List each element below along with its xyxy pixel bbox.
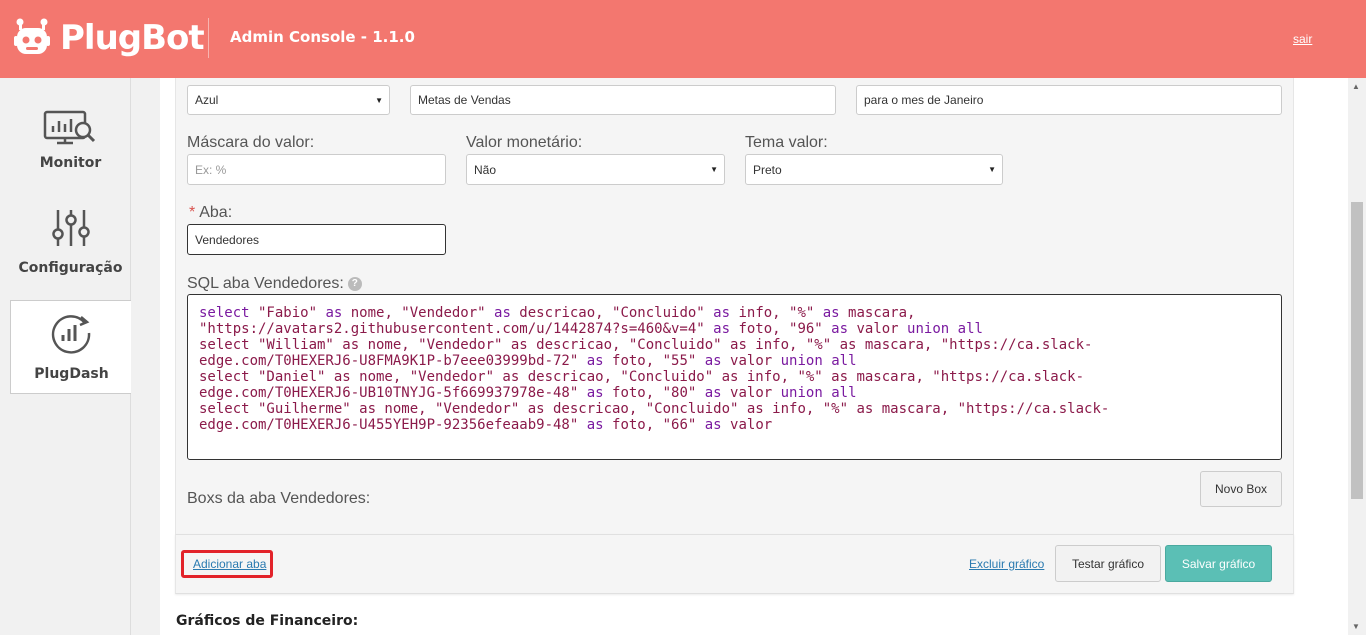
logo[interactable]: PlugBot — [14, 18, 205, 58]
sql-line: select "William" as nome, "Vendedor" as … — [199, 337, 1093, 353]
sql-line: edge.com/T0HEXERJ6-U8FMA9K1P-b7eee03999b… — [199, 353, 857, 369]
help-icon[interactable]: ? — [347, 276, 362, 291]
sql-line: select "Guilherme" as nome, "Vendedor" a… — [199, 401, 1110, 417]
color-select[interactable]: Azul — [187, 85, 390, 115]
sql-line: edge.com/T0HEXERJ6-UB10TNYJG-5f669937978… — [199, 385, 857, 401]
sql-textarea[interactable]: select "Fabio" as nome, "Vendedor" as de… — [187, 294, 1282, 460]
boxes-label: Boxs da aba Vendedores: — [187, 490, 371, 507]
logout-link[interactable]: sair — [1293, 32, 1312, 46]
theme-select[interactable]: Preto — [745, 154, 1003, 185]
sidebar: Monitor Configuração PlugDash — [0, 78, 131, 635]
sliders-icon — [52, 210, 90, 246]
required-marker: * — [189, 204, 196, 221]
highlight-box — [181, 550, 273, 578]
sidebar-item-label: Monitor — [39, 155, 102, 171]
tab-label-text: Aba: — [199, 204, 233, 221]
new-box-button[interactable]: Novo Box — [1200, 471, 1282, 507]
sql-line: select "Daniel" as nome, "Vendedor" as d… — [199, 369, 1085, 385]
top-bar: PlugBot Admin Console - 1.1.0 sair — [0, 0, 1366, 78]
tab-label: * Aba: — [189, 204, 232, 222]
dashboard-chart-icon — [51, 315, 91, 354]
robot-icon — [14, 18, 50, 58]
section-title: Gráficos de Financeiro: — [176, 613, 359, 629]
brand-name: PlugBot — [60, 18, 205, 58]
theme-label: Tema valor: — [745, 134, 828, 151]
subtitle-input[interactable]: para o mes de Janeiro — [856, 85, 1282, 115]
delete-chart-link[interactable]: Excluir gráfico — [969, 557, 1044, 571]
mask-label: Máscara do valor: — [187, 134, 315, 151]
scroll-down-icon[interactable]: ▼ — [1352, 622, 1360, 631]
mask-input[interactable]: Ex: % — [187, 154, 446, 185]
sql-line: "https://avatars2.githubusercontent.com/… — [199, 321, 983, 337]
sidebar-item-monitor[interactable]: Monitor — [10, 98, 131, 192]
sidebar-item-label: PlugDash — [34, 366, 109, 382]
tab-name-input[interactable]: Vendedores — [187, 224, 446, 255]
sidebar-item-plugdash[interactable]: PlugDash — [10, 300, 131, 394]
sql-label: SQL aba Vendedores:? — [187, 275, 362, 293]
test-chart-button[interactable]: Testar gráfico — [1055, 545, 1161, 582]
currency-select[interactable]: Não — [466, 154, 725, 185]
sql-line: select "Fabio" as nome, "Vendedor" as de… — [199, 305, 916, 321]
currency-label: Valor monetário: — [466, 134, 583, 151]
title-input[interactable]: Metas de Vendas — [410, 85, 836, 115]
save-chart-button[interactable]: Salvar gráfico — [1165, 545, 1272, 582]
scrollbar-thumb[interactable] — [1351, 202, 1363, 499]
scroll-up-icon[interactable]: ▲ — [1352, 82, 1360, 91]
app-title: Admin Console - 1.1.0 — [230, 28, 415, 46]
sidebar-item-label: Configuração — [18, 260, 123, 276]
sql-label-text: SQL aba Vendedores: — [187, 275, 344, 292]
monitor-chart-icon — [43, 110, 96, 145]
sql-line: edge.com/T0HEXERJ6-U455YEH9P-92356efeaab… — [199, 417, 773, 433]
sidebar-item-configuracao[interactable]: Configuração — [10, 202, 131, 296]
header-divider — [208, 18, 209, 58]
